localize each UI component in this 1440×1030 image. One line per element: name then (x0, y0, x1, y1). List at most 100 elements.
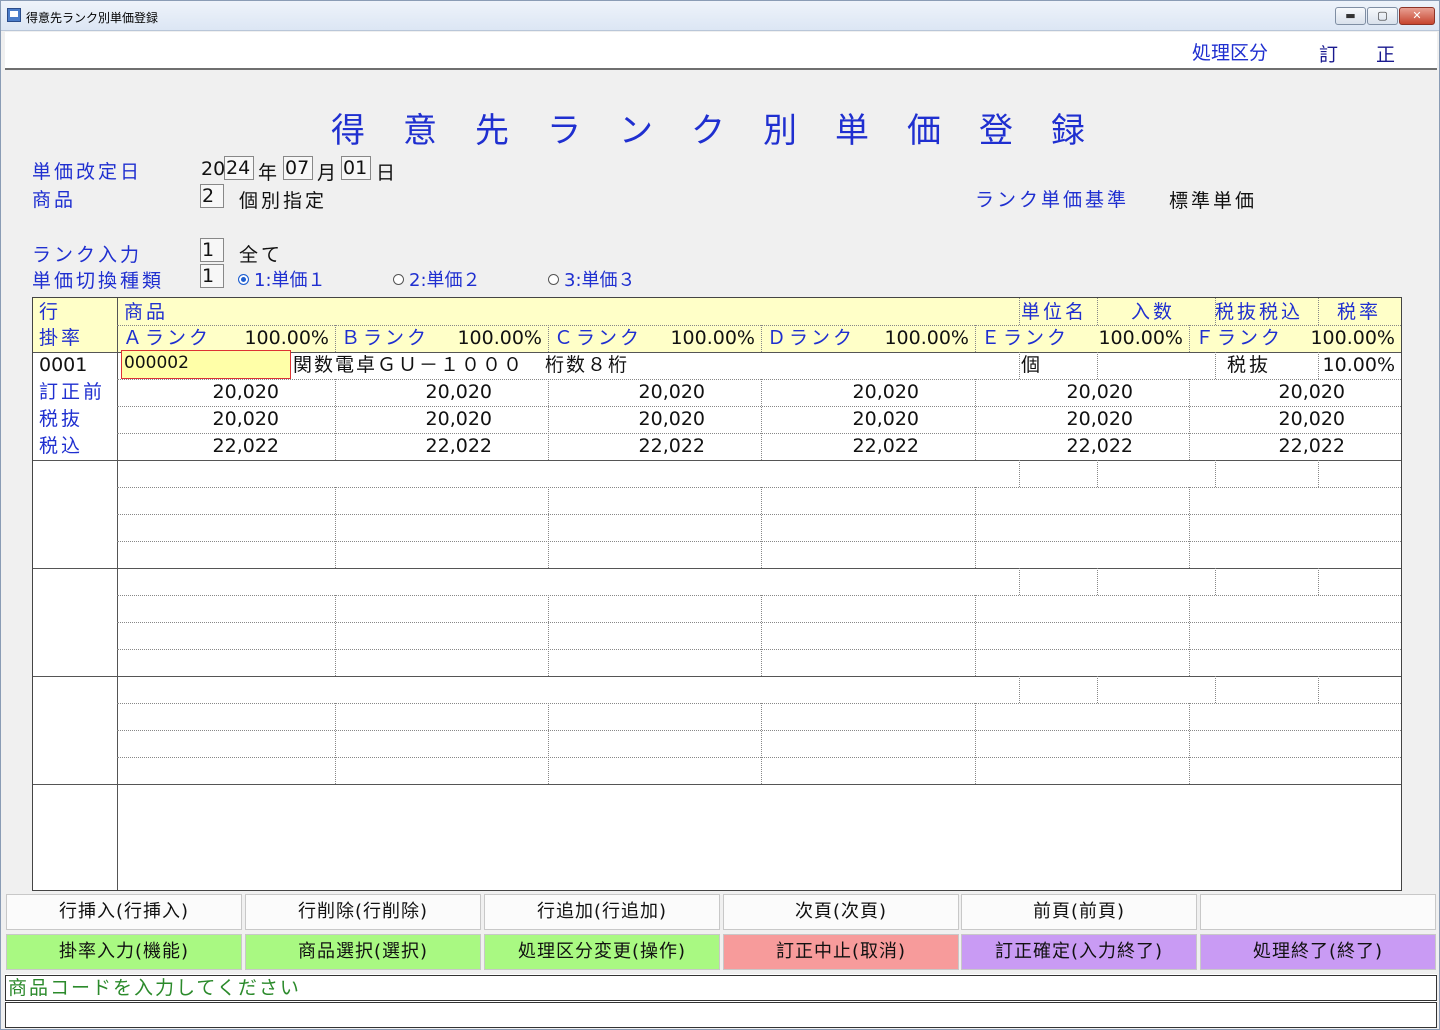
price-cell-before: 20,020 (425, 381, 492, 403)
price-cell-inc: 22,022 (1278, 435, 1345, 457)
radio-price-2[interactable]: 2:単価２ (393, 266, 481, 292)
header-tax-rate: 税率 (1337, 301, 1382, 323)
grid-hline-dotted (117, 730, 1401, 731)
grid-vline-dotted (1318, 352, 1319, 379)
grid-block-line (33, 568, 1401, 569)
grid-vline-dotted (1189, 595, 1190, 676)
grid-hline-dotted (117, 757, 1401, 758)
grid-hline-dotted (117, 514, 1401, 515)
radio-price-1-label: 1:単価１ (254, 270, 326, 291)
price-cell-ex[interactable]: 20,020 (117, 407, 279, 431)
grid-vline-dotted (335, 487, 336, 568)
client-area: 処理区分 訂正 得意先ランク別単価登録 単価改定日 20 24 年 07 月 0… (5, 32, 1437, 1028)
product-tax-type[interactable]: 税抜 (1227, 353, 1271, 377)
rank-header-rate[interactable]: 100.00% (119, 326, 329, 350)
grid-vline-dotted (548, 325, 549, 352)
product-mode-text: 個別指定 (239, 190, 328, 212)
date-year-input[interactable]: 24 (224, 156, 254, 180)
date-month-unit: 月 (317, 162, 340, 184)
price-cell-before: 20,020 (638, 381, 705, 403)
mode-change-button[interactable]: 処理区分変更(操作) (484, 934, 720, 970)
rank-header-rate[interactable]: 100.00% (763, 326, 969, 350)
close-button[interactable]: ✕ (1399, 7, 1435, 25)
rank-header-rate[interactable]: 100.00% (550, 326, 755, 350)
grid-vline-dotted (761, 487, 762, 568)
price-cell-ex[interactable]: 20,020 (335, 407, 492, 431)
grid-vline-dotted (548, 703, 549, 784)
confirm-edit-button[interactable]: 訂正確定(入力終了) (961, 934, 1197, 970)
grid-block-line (33, 460, 1401, 461)
next-page-button[interactable]: 次頁(次頁) (723, 894, 959, 930)
rank-input-code[interactable]: 1 (200, 238, 224, 262)
price-cell-ex[interactable]: 20,020 (1189, 407, 1345, 431)
price-cell-before: 20,020 (1066, 381, 1133, 403)
date-century: 20 (201, 158, 226, 180)
price-cell-inc: 22,022 (212, 435, 279, 457)
minimize-button[interactable]: ▬ (1335, 7, 1366, 25)
date-day-input[interactable]: 01 (341, 156, 371, 180)
product-code-input[interactable]: 2 (200, 184, 224, 208)
grid-vline-dotted (1318, 298, 1319, 325)
mode-value: 訂正 (1319, 44, 1434, 66)
mode-label: 処理区分 (1192, 42, 1269, 64)
grid-block-line (33, 784, 1401, 785)
price-cell-inc: 22,022 (638, 435, 705, 457)
product-unit[interactable]: 個 (1021, 353, 1040, 377)
page-title: 得意先ランク別単価登録 (331, 111, 1123, 151)
rank-basis-value: 標準単価 (1169, 190, 1258, 212)
price-cell-before: 20,020 (212, 381, 279, 403)
grid-hline-dotted (117, 541, 1401, 542)
header-product: 商品 (124, 301, 169, 323)
grid-vline-dotted (1097, 568, 1098, 595)
grid-vline-dotted (975, 487, 976, 568)
grid-hline-dotted (117, 487, 1401, 488)
price-switch-code[interactable]: 1 (200, 264, 224, 288)
app-window: 得意先ランク別単価登録 ▬ ▢ ✕ 処理区分 訂正 得意先ランク別単価登録 単価… (0, 0, 1440, 1030)
product-code-cell[interactable]: 000002 (121, 350, 291, 379)
date-label: 単価改定日 (32, 161, 143, 183)
grid-vline-dotted (1189, 487, 1190, 568)
product-select-button[interactable]: 商品選択(選択) (245, 934, 481, 970)
rank-header-rate[interactable]: 100.00% (977, 326, 1183, 350)
price-cell-ex[interactable]: 20,020 (761, 407, 919, 431)
rate-input-button[interactable]: 掛率入力(機能) (6, 934, 242, 970)
price-cell-inc: 22,022 (1066, 435, 1133, 457)
grid-block-line (33, 676, 1401, 677)
radio-price-1[interactable]: 1:単価１ (238, 266, 326, 292)
radio-price-3[interactable]: 3:単価３ (548, 266, 636, 292)
exit-button[interactable]: 処理終了(終了) (1200, 934, 1436, 970)
grid-vline-dotted (975, 703, 976, 784)
app-icon (7, 8, 21, 22)
label-tax-excluded: 税抜 (39, 408, 84, 430)
grid-vline-dotted (548, 487, 549, 568)
rank-header-rate[interactable]: 100.00% (337, 326, 542, 350)
grid-vline-dotted (1215, 676, 1216, 703)
price-cell-ex[interactable]: 20,020 (975, 407, 1133, 431)
insert-row-button[interactable]: 行挿入(行挿入) (6, 894, 242, 930)
header-row: 行 (39, 301, 62, 323)
add-row-button[interactable]: 行追加(行追加) (484, 894, 720, 930)
grid-vline-dotted (975, 325, 976, 352)
grid-hline-dotted (117, 703, 1401, 704)
grid-vline-dotted (1318, 676, 1319, 703)
prev-page-button[interactable]: 前頁(前頁) (961, 894, 1197, 930)
header-qty: 入数 (1131, 301, 1176, 323)
rank-input-text: 全て (239, 244, 284, 266)
maximize-button[interactable]: ▢ (1367, 7, 1398, 25)
delete-row-button[interactable]: 行削除(行削除) (245, 894, 481, 930)
grid-vline-dotted (1318, 568, 1319, 595)
date-day-unit: 日 (376, 162, 399, 184)
grid-vline-dotted (335, 703, 336, 784)
price-cell-before: 20,020 (1278, 381, 1345, 403)
product-name: 関数電卓ＧＵ－１０００ 桁数８桁 (293, 354, 630, 376)
cancel-edit-button[interactable]: 訂正中止(取消) (723, 934, 959, 970)
rank-header-rate[interactable]: 100.00% (1191, 326, 1395, 350)
price-cell-ex[interactable]: 20,020 (548, 407, 705, 431)
grid-vline-dotted (1318, 460, 1319, 487)
header-tax-type: 税抜税込 (1215, 301, 1304, 323)
date-month-input[interactable]: 07 (283, 156, 313, 180)
grid-vline-dotted (975, 595, 976, 676)
price-cell-inc: 22,022 (852, 435, 919, 457)
row-number: 0001 (39, 354, 88, 376)
blank-function-button[interactable] (1200, 894, 1436, 930)
